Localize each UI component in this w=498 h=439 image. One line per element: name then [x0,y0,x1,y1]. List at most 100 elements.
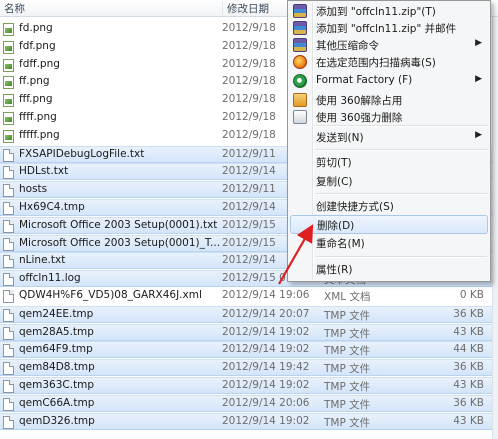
context-menu: 添加到 "offcln11.zip"(T) 添加到 "offcln11.zip" … [287,0,491,282]
png-file-icon [3,112,14,125]
file-size: 43 KB [453,325,484,338]
file-date: 2012/9/14 [222,201,276,213]
menu-item-cut[interactable]: 剪切(T) [290,153,488,172]
file-type: XML 文档 [324,291,371,303]
file-icon [3,255,14,269]
file-name: Hx69C4.tmp [19,201,85,213]
menu-item-rename[interactable]: 重命名(M) [290,234,488,253]
menu-item-copy[interactable]: 复制(C) [290,172,488,191]
file-size: 44 KB [453,343,484,356]
menu-item-send-to[interactable]: 发送到(N) ▶ [290,128,488,147]
vertical-scrollbar[interactable] [492,0,498,439]
file-date: 2012/9/18 [222,57,276,70]
menu-item-delete[interactable]: 删除(D) [290,215,488,234]
file-date: 2012/9/11 [222,183,276,196]
file-icon [3,344,14,358]
file-date: 2012/9/14 19:42 [222,361,310,374]
menu-item-label: 删除(D) [317,220,355,232]
file-size: 43 KB [453,414,484,427]
file-icon [3,380,14,393]
file-icon [3,148,14,162]
menu-item-label: 属性(R) [316,264,353,276]
file-name: Microsoft Office 2003 Setup(0001)_T... [19,236,221,249]
file-icon [3,326,14,340]
file-size: 36 KB [453,307,484,320]
file-icon [3,202,14,215]
file-date: 2012/9/14 19:06 [222,289,310,301]
file-row[interactable]: qem84D8.tmp 2012/9/14 19:42 TMP 文件 36 KB [0,359,492,377]
menu-item-label: 创建快捷方式(S) [316,201,394,213]
menu-item-label: 添加到 "offcln11.zip"(T) [316,6,436,18]
file-icon [3,308,14,322]
png-file-icon [3,40,14,54]
file-name: Microsoft Office 2003 Setup(0001).txt [19,218,218,231]
file-row[interactable]: qem24EE.tmp 2012/9/14 20:07 TMP 文件 36 KB [0,305,492,323]
file-name: qem363C.tmp [19,379,95,391]
file-icon [3,415,14,429]
file-row[interactable]: qemD326.tmp 2012/9/14 19:02 TMP 文件 43 KB [0,412,492,430]
menu-item-format-factory[interactable]: Format Factory (F) ▶ [290,72,488,91]
file-name: ff.png [19,75,50,88]
menu-separator [315,256,487,258]
winrar-icon [293,4,307,18]
menu-item-label: 使用 360强力删除 [316,112,403,124]
file-date: 2012/9/15 [222,236,276,249]
menu-item-label: 在选定范围内扫描病毒(S) [316,57,436,69]
file-date: 2012/9/14 19:02 [222,343,310,356]
menu-item-scan-virus[interactable]: 在选定范围内扫描病毒(S) [290,53,488,72]
file-size: 36 KB [453,396,484,409]
file-icon [3,290,14,303]
file-type: TMP 文件 [324,363,371,376]
file-row[interactable]: qem64F9.tmp 2012/9/14 19:02 TMP 文件 44 KB [0,341,492,359]
unzip-360-icon [293,93,307,107]
scan-icon [293,55,307,69]
format-factory-icon [293,74,307,88]
file-name: QDW4H%F6_VD5)08_GARX46J.xml [19,289,202,301]
png-file-icon [3,58,14,72]
file-size: 36 KB [453,361,484,374]
menu-item-label: 剪切(T) [316,157,352,169]
file-date: 2012/9/14 [222,165,276,178]
file-date: 2012/9/18 [222,39,276,52]
file-icon [3,362,14,376]
menu-item-properties[interactable]: 属性(R) [290,260,488,279]
file-name: nLine.txt [19,254,66,267]
submenu-arrow-icon: ▶ [475,74,482,84]
file-name: qemD326.tmp [19,414,95,427]
menu-item-create-shortcut[interactable]: 创建快捷方式(S) [290,197,488,216]
column-header-name[interactable]: 名称 [4,1,25,16]
file-icon [3,397,14,411]
file-row[interactable]: qem28A5.tmp 2012/9/14 19:02 TMP 文件 43 KB [0,323,492,341]
file-date: 2012/9/18 [222,111,276,123]
file-name: fff.png [19,93,53,106]
file-row[interactable]: qem363C.tmp 2012/9/14 19:02 TMP 文件 43 KB [0,377,492,394]
file-date: 2012/9/14 19:02 [222,379,310,391]
file-name: fd.png [19,22,53,34]
delete-360-icon [293,110,307,124]
menu-item-label: 发送到(N) [316,132,364,144]
file-name: FXSAPIDebugLogFile.txt [19,147,145,160]
submenu-arrow-icon: ▶ [475,130,482,140]
file-date: 2012/9/18 [222,93,276,106]
menu-item-label: 重命名(M) [316,238,365,250]
file-type: TMP 文件 [324,309,371,322]
file-name: fdff.png [19,57,60,70]
file-date: 2012/9/14 [222,254,276,267]
file-row[interactable]: qemC66A.tmp 2012/9/14 20:06 TMP 文件 36 KB [0,394,492,412]
file-row[interactable]: QDW4H%F6_VD5)08_GARX46J.xml 2012/9/14 19:… [0,288,492,305]
file-name: fffff.png [19,128,60,141]
file-date: 2012/9/14 19:02 [222,325,310,338]
file-name: offcln11.log [19,272,81,285]
png-file-icon [3,76,14,90]
file-date: 2012/9/18 [222,22,276,34]
png-file-icon [3,94,14,108]
file-icon [3,166,14,180]
file-date: 2012/9/18 [222,128,276,141]
file-type: TMP 文件 [324,327,371,340]
menu-item-label: 使用 360解除占用 [316,95,403,107]
column-header-date[interactable]: 修改日期 [222,1,269,15]
file-icon [3,237,14,251]
file-name: fdf.png [19,39,56,52]
file-type: TMP 文件 [324,416,371,429]
winrar-icon [293,38,307,52]
